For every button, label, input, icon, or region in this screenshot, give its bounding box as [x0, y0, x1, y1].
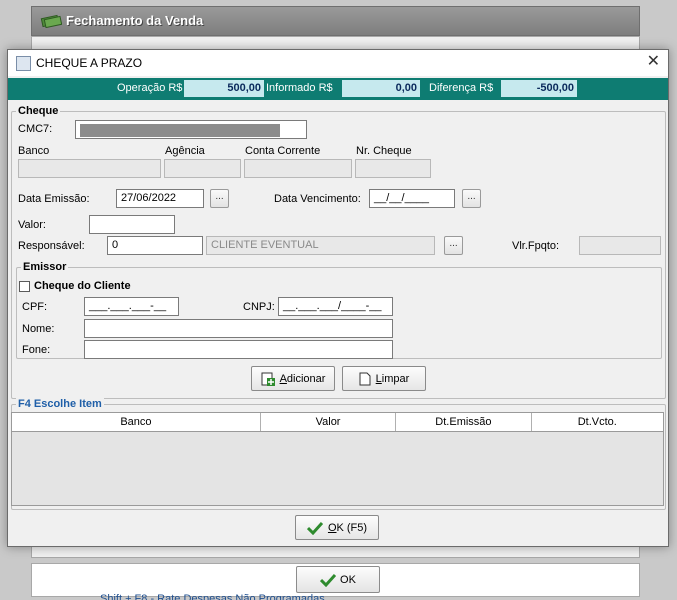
money-icon [40, 14, 62, 28]
vlr-fpqto-input [579, 236, 661, 255]
operacao-value: 500,00 [184, 80, 264, 97]
items-table-header: Banco Valor Dt.Emissão Dt.Vcto. [11, 412, 664, 432]
background-ok-button[interactable]: OK [296, 566, 380, 593]
responsavel-name-input: CLIENTE EVENTUAL [206, 236, 435, 255]
dialog-titlebar: CHEQUE A PRAZO ✕ [8, 50, 668, 76]
valor-label: Valor: [18, 219, 46, 231]
fone-label: Fone: [22, 344, 51, 356]
emissor-group-legend: Emissor [21, 261, 69, 273]
banco-label: Banco [18, 145, 50, 157]
background-ok-label: OK [340, 573, 356, 586]
cheque-do-cliente-checkbox[interactable] [19, 281, 30, 292]
items-group-legend: F4 Escolhe Item [16, 398, 104, 410]
diferenca-label: Diferença R$ [429, 82, 494, 94]
responsavel-search-button[interactable]: ... [444, 236, 463, 255]
cheque-group-legend: Cheque [16, 105, 61, 117]
cpf-input[interactable]: ___.___.___-__ [84, 297, 179, 316]
cmc7-masked-value [80, 124, 280, 137]
informado-label: Informado R$ [266, 82, 333, 94]
cnpj-label: CNPJ: [243, 301, 275, 313]
background-window-header: Fechamento da Venda [31, 6, 640, 36]
column-header-valor[interactable]: Valor [261, 413, 397, 431]
data-emissao-input[interactable]: 27/06/2022 [116, 189, 204, 208]
data-vencimento-picker-button[interactable]: ... [462, 189, 481, 208]
nr-cheque-label: Nr. Cheque [356, 145, 412, 157]
adicionar-button[interactable]: Adicionar [251, 366, 335, 391]
summary-bar: Operação R$ 500,00 Informado R$ 0,00 Dif… [8, 78, 668, 100]
responsavel-label: Responsável: [18, 240, 85, 252]
items-table-body[interactable] [11, 432, 664, 506]
cmc7-label: CMC7: [18, 123, 53, 135]
responsavel-code-input[interactable]: 0 [107, 236, 203, 255]
vlr-fpqto-label: Vlr.Fpqto: [512, 240, 560, 252]
column-header-dt-emissao[interactable]: Dt.Emissão [396, 413, 532, 431]
conta-corrente-input[interactable] [244, 159, 352, 178]
ok-f5-button[interactable]: OK (F5) [295, 515, 379, 540]
diferenca-value: -500,00 [501, 80, 577, 97]
column-header-banco[interactable]: Banco [12, 413, 261, 431]
cheque-do-cliente-label: Cheque do Cliente [34, 280, 131, 292]
add-document-icon [261, 372, 275, 386]
data-emissao-label: Data Emissão: [18, 193, 90, 205]
column-header-dt-vcto[interactable]: Dt.Vcto. [532, 413, 663, 431]
data-vencimento-input[interactable]: __/__/____ [369, 189, 455, 208]
informado-value: 0,00 [342, 80, 420, 97]
fone-input[interactable] [84, 340, 393, 359]
app-icon [16, 56, 31, 71]
checkmark-icon [306, 521, 323, 535]
banco-input[interactable] [18, 159, 161, 178]
conta-corrente-label: Conta Corrente [245, 145, 321, 157]
agencia-input[interactable] [164, 159, 241, 178]
background-hint-text: Shift + F8 - Rate Despesas Não Programad… [100, 593, 325, 600]
dialog-title: CHEQUE A PRAZO [36, 56, 143, 70]
blank-document-icon [359, 372, 371, 385]
ok-f5-label: OK (F5) [327, 521, 368, 534]
data-vencimento-label: Data Vencimento: [274, 193, 361, 205]
background-window-title: Fechamento da Venda [66, 13, 204, 28]
limpar-button[interactable]: Limpar [342, 366, 426, 391]
checkmark-icon [320, 573, 337, 587]
nome-input[interactable] [84, 319, 393, 338]
data-emissao-picker-button[interactable]: ... [210, 189, 229, 208]
nr-cheque-input[interactable] [355, 159, 431, 178]
nome-label: Nome: [22, 323, 55, 335]
operacao-label: Operação R$ [117, 82, 183, 94]
valor-input[interactable] [89, 215, 175, 234]
adicionar-label: Adicionar [279, 372, 326, 385]
cnpj-input[interactable]: __.___.___/____-__ [278, 297, 393, 316]
agencia-label: Agência [165, 145, 205, 157]
cpf-label: CPF: [22, 301, 48, 313]
limpar-label: Limpar [375, 372, 410, 385]
close-icon[interactable]: ✕ [647, 53, 660, 71]
